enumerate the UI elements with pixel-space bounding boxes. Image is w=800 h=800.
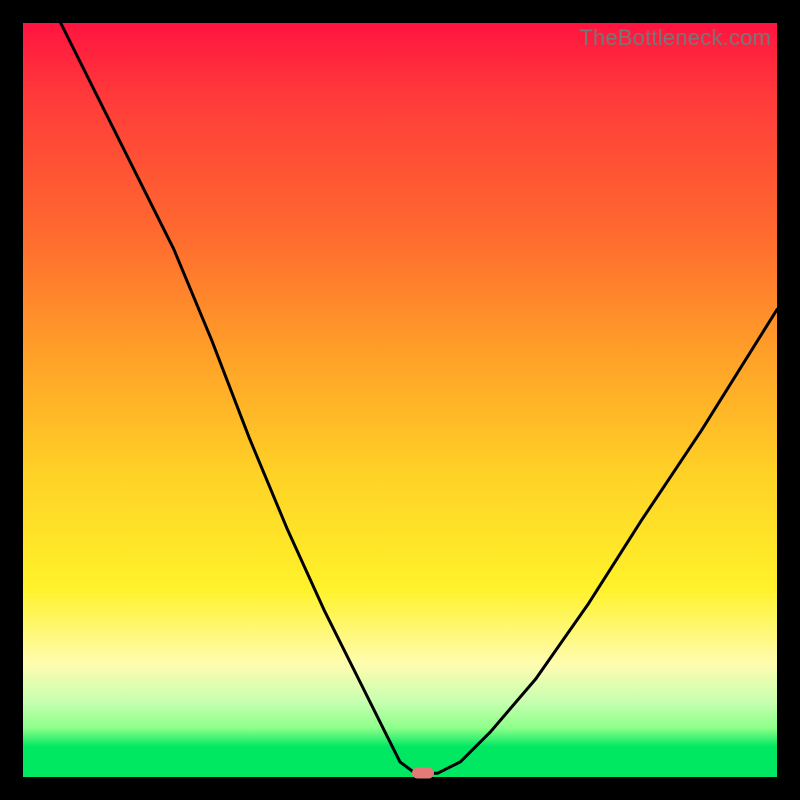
watermark-text: TheBottleneck.com — [579, 25, 771, 51]
chart-frame: TheBottleneck.com — [0, 0, 800, 800]
optimal-marker — [412, 768, 434, 779]
chart-plot-area: TheBottleneck.com — [23, 23, 777, 777]
bottleneck-curve — [23, 23, 777, 777]
curve-path — [61, 23, 777, 773]
